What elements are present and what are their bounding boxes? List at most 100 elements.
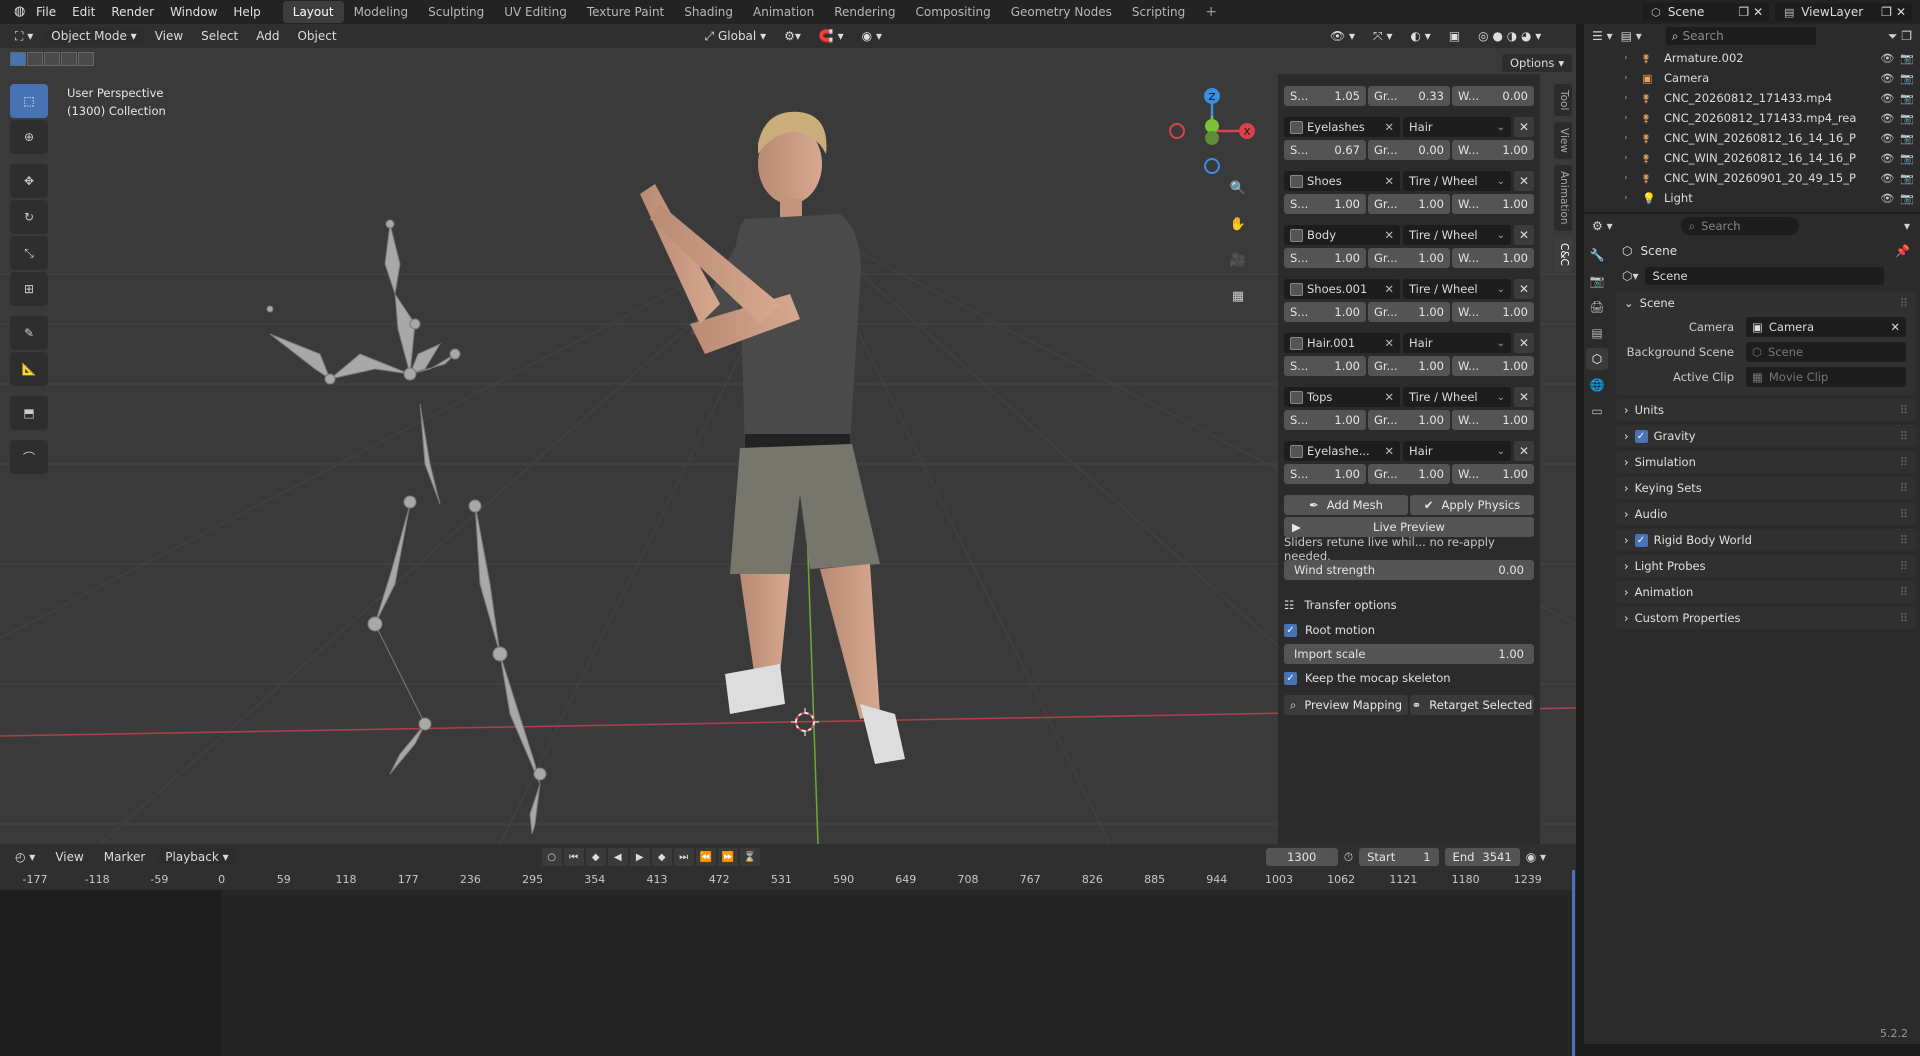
tab-layout[interactable]: Layout (282, 1, 344, 23)
softness-field[interactable]: S... 1.00 (1284, 356, 1366, 376)
material-type-dropdown[interactable]: Hair ⌄ (1403, 333, 1511, 353)
material-name-field[interactable]: Shoes ✕ (1284, 171, 1400, 191)
camera-render-icon[interactable]: 📷 (1900, 192, 1914, 205)
side-tab-view[interactable]: View (1554, 122, 1572, 160)
gravity-field[interactable]: Gr... 0.33 (1368, 86, 1450, 106)
tab-rendering[interactable]: Rendering (824, 1, 905, 23)
keep-skeleton-checkbox[interactable]: ✓ Keep the mocap skeleton (1284, 666, 1534, 690)
gravity-field[interactable]: Gr... 1.00 (1368, 302, 1450, 322)
side-tab-tool[interactable]: Tool (1554, 84, 1572, 117)
editor-type-icon[interactable]: ⛶ ▾ (8, 27, 40, 45)
menu-window[interactable]: Window (162, 0, 225, 24)
checkbox-icon[interactable]: ✓ (1284, 623, 1297, 637)
gravity-field[interactable]: Gr... 1.00 (1368, 248, 1450, 268)
jump-end-icon[interactable]: ⏭ (673, 848, 694, 866)
softness-field[interactable]: S... 1.00 (1284, 410, 1366, 430)
camera-render-icon[interactable]: 📷 (1900, 132, 1914, 145)
render-tab-icon[interactable]: 📷 (1586, 270, 1608, 292)
pin-icon[interactable]: 📌 (1895, 244, 1918, 258)
end-frame-field[interactable]: End 3541 (1444, 848, 1520, 866)
softness-field[interactable]: S... 0.67 (1284, 140, 1366, 160)
root-motion-checkbox[interactable]: ✓ Root motion (1284, 618, 1534, 642)
options-dropdown[interactable]: Options ▾ (1502, 54, 1573, 72)
tab-modeling[interactable]: Modeling (344, 1, 419, 23)
outliner-item[interactable]: › 💡 Light 👁 📷 (1584, 188, 1920, 208)
close-icon[interactable]: ✕ (1384, 282, 1394, 296)
menu-select[interactable]: Select (194, 27, 245, 45)
select-intersect-icon[interactable] (78, 52, 94, 66)
panel-header[interactable]: › ✓ Rigid Body World ⠿ (1616, 529, 1916, 551)
weight-field[interactable]: W... 1.00 (1452, 248, 1534, 268)
tab-texture-paint[interactable]: Texture Paint (577, 1, 674, 23)
scene-datablock-name[interactable]: Scene (1644, 267, 1884, 285)
props-editor-type-icon[interactable]: ⚙ ▾ (1592, 219, 1613, 233)
eye-icon[interactable]: 👁 (1880, 192, 1894, 205)
close-icon[interactable]: ✕ (1384, 444, 1394, 458)
material-name-field[interactable]: Tops ✕ (1284, 387, 1400, 407)
weight-field[interactable]: W... 0.00 (1452, 86, 1534, 106)
prev-frame-icon[interactable]: ⏪ (695, 848, 716, 866)
curve-tool-icon[interactable]: ⌒ (10, 440, 48, 474)
xray-toggle-icon[interactable]: ▣ (1442, 27, 1467, 45)
material-type-dropdown[interactable]: Tire / Wheel ⌄ (1403, 171, 1511, 191)
keying-icon[interactable]: ⌛ (739, 848, 760, 866)
drag-handle-icon[interactable]: ⠿ (1900, 611, 1916, 625)
clear-icon[interactable]: ✕ (1890, 320, 1900, 334)
outliner-editor-type-icon[interactable]: ☰ ▾ (1592, 29, 1613, 43)
menu-file[interactable]: File (28, 0, 64, 24)
delete-scene-icon[interactable]: ✕ (1753, 5, 1763, 19)
add-cube-tool-icon[interactable]: ⬒ (10, 396, 48, 430)
visibility-icon[interactable]: 👁 ▾ (1323, 27, 1362, 45)
play-icon[interactable]: ▶ (629, 848, 650, 866)
close-icon[interactable]: ✕ (1384, 336, 1394, 350)
select-extend-icon[interactable] (27, 52, 43, 66)
transfer-options-header[interactable]: ☷ Transfer options (1284, 592, 1534, 618)
wind-strength-slider[interactable]: Wind strength 0.00 (1284, 560, 1534, 580)
panel-header[interactable]: › Keying Sets ⠿ (1616, 477, 1916, 499)
gravity-field[interactable]: Gr... 1.00 (1368, 356, 1450, 376)
checkbox-icon[interactable]: ✓ (1634, 429, 1648, 443)
add-mesh-button[interactable]: ✒ Add Mesh (1284, 495, 1408, 515)
outliner-item[interactable]: › ▣ Camera 👁 📷 (1584, 68, 1920, 88)
weight-field[interactable]: W... 1.00 (1452, 194, 1534, 214)
outliner-search-input[interactable]: ⌕ Search (1665, 27, 1816, 45)
weight-field[interactable]: W... 1.00 (1452, 464, 1534, 484)
material-type-dropdown[interactable]: Tire / Wheel ⌄ (1403, 225, 1511, 245)
scene-tab-icon[interactable]: ⬡ (1586, 348, 1608, 370)
drag-handle-icon[interactable]: ⠿ (1900, 296, 1916, 310)
drag-handle-icon[interactable]: ⠿ (1900, 455, 1916, 469)
expand-arrow-icon[interactable]: › (1624, 153, 1634, 163)
scale-tool-icon[interactable]: ⤡ (10, 236, 48, 270)
panel-header[interactable]: › Units ⠿ (1616, 399, 1916, 421)
drag-handle-icon[interactable]: ⠿ (1900, 481, 1916, 495)
timeline-body[interactable] (0, 870, 1576, 1056)
timeline-menu-marker[interactable]: Marker (97, 848, 152, 866)
tab-geometry-nodes[interactable]: Geometry Nodes (1001, 1, 1122, 23)
eye-icon[interactable]: 👁 (1880, 172, 1894, 185)
material-type-dropdown[interactable]: Hair ⌄ (1403, 117, 1511, 137)
overlay-toggle-icon[interactable]: ◐ ▾ (1404, 27, 1438, 45)
delete-viewlayer-icon[interactable]: ✕ (1896, 5, 1906, 19)
new-scene-icon[interactable]: ❐ (1738, 5, 1749, 19)
outliner-item[interactable]: › ⚵ CNC_WIN_20260812_16_14_16_P 👁 📷 (1584, 128, 1920, 148)
material-type-dropdown[interactable]: Tire / Wheel ⌄ (1403, 387, 1511, 407)
side-tab-cnc[interactable]: C&C (1554, 236, 1572, 272)
softness-field[interactable]: S... 1.00 (1284, 302, 1366, 322)
camera-render-icon[interactable]: 📷 (1900, 72, 1914, 85)
close-icon[interactable]: ✕ (1384, 120, 1394, 134)
remove-material-button[interactable]: ✕ (1514, 441, 1534, 461)
import-scale-slider[interactable]: Import scale 1.00 (1284, 644, 1534, 664)
ortho-grid-icon[interactable]: ▦ (1226, 284, 1250, 308)
panel-header[interactable]: › Animation ⠿ (1616, 581, 1916, 603)
side-tab-animation[interactable]: Animation (1554, 165, 1572, 231)
shading-mode-icon[interactable]: ◎ ● ◑ ◕ ▾ (1471, 27, 1548, 45)
scene-datablock[interactable]: ⬡▾ Scene (1614, 264, 1918, 288)
tab-compositing[interactable]: Compositing (905, 1, 1000, 23)
panel-header[interactable]: › ✓ Gravity ⠿ (1616, 425, 1916, 447)
playback-dropdown[interactable]: Playback ▾ (158, 848, 236, 866)
menu-edit[interactable]: Edit (64, 0, 103, 24)
move-tool-icon[interactable]: ✥ (10, 164, 48, 198)
remove-material-button[interactable]: ✕ (1514, 171, 1534, 191)
3d-viewport[interactable]: ⛶ ▾ Object Mode ▾ View Select Add Object… (0, 24, 1576, 844)
checkbox-icon[interactable]: ✓ (1284, 671, 1297, 685)
